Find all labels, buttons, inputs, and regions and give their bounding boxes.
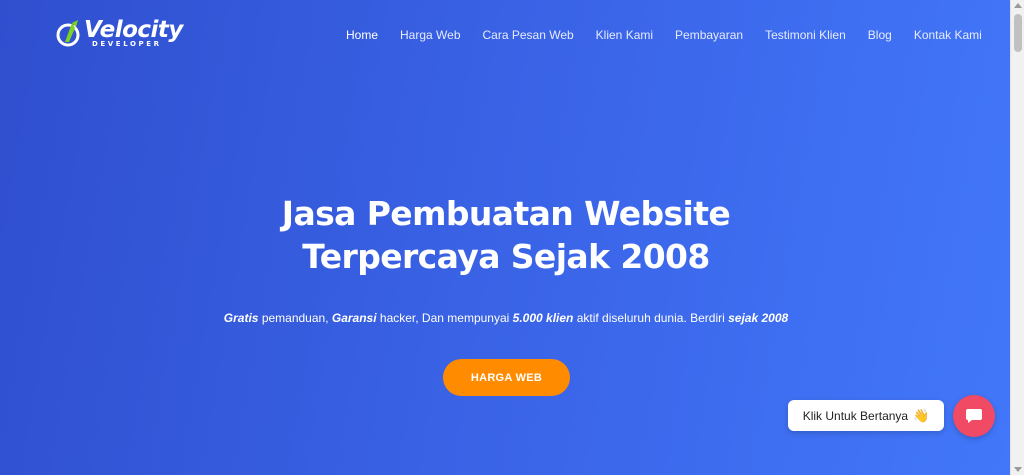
chat-icon: [966, 409, 982, 423]
subtitle-since: sejak 2008: [728, 311, 789, 325]
site-logo[interactable]: Velocity DEVELOPER: [56, 18, 183, 48]
scroll-up-arrow-icon[interactable]: [1014, 3, 1022, 8]
logo-text: Velocity DEVELOPER: [84, 16, 183, 48]
hero-title-line-1: Jasa Pembuatan Website: [281, 194, 731, 233]
subtitle-free: Gratis: [223, 311, 259, 325]
nav-item-blog[interactable]: Blog: [868, 28, 892, 42]
hero-title-line-2: Terpercaya Sejak 2008: [302, 237, 710, 276]
nav-item-klien-kami[interactable]: Klien Kami: [596, 28, 653, 42]
hero-section: Velocity DEVELOPER Home Harga Web Cara P…: [0, 0, 1010, 475]
hero-title: Jasa Pembuatan Website Terpercaya Sejak …: [0, 192, 1010, 278]
page-scrollbar[interactable]: [1010, 0, 1024, 475]
subtitle-guarantee: Garansi: [331, 311, 377, 325]
subtitle-part-3: aktif diseluruh dunia. Berdiri: [573, 311, 729, 325]
main-nav: Home Harga Web Cara Pesan Web Klien Kami…: [346, 28, 982, 42]
waving-hand-icon: 👋: [913, 408, 930, 423]
subtitle-part-2: hacker, Dan mempunyai: [376, 311, 513, 325]
nav-item-pembayaran[interactable]: Pembayaran: [675, 28, 743, 42]
nav-item-harga-web[interactable]: Harga Web: [400, 28, 460, 42]
open-chat-button[interactable]: [953, 395, 995, 437]
velocity-logo-icon: [56, 20, 80, 47]
chat-prompt-bubble[interactable]: Klik Untuk Bertanya 👋: [788, 400, 944, 431]
scrollbar-thumb[interactable]: [1014, 14, 1022, 52]
hero-subtitle: Gratis pemanduan, Garansi hacker, Dan me…: [0, 311, 1010, 325]
nav-item-cara-pesan-web[interactable]: Cara Pesan Web: [483, 28, 574, 42]
nav-item-home[interactable]: Home: [346, 28, 378, 42]
subtitle-part-1: pemanduan,: [258, 311, 332, 325]
nav-item-testimoni-klien[interactable]: Testimoni Klien: [765, 28, 846, 42]
chat-prompt-text: Klik Untuk Bertanya: [802, 408, 909, 423]
subtitle-clients: 5.000 klien: [512, 311, 574, 325]
scroll-down-arrow-icon[interactable]: [1014, 467, 1022, 472]
logo-wordmark: Velocity: [84, 16, 183, 43]
nav-item-kontak-kami[interactable]: Kontak Kami: [914, 28, 982, 42]
harga-web-button[interactable]: HARGA WEB: [443, 359, 570, 396]
